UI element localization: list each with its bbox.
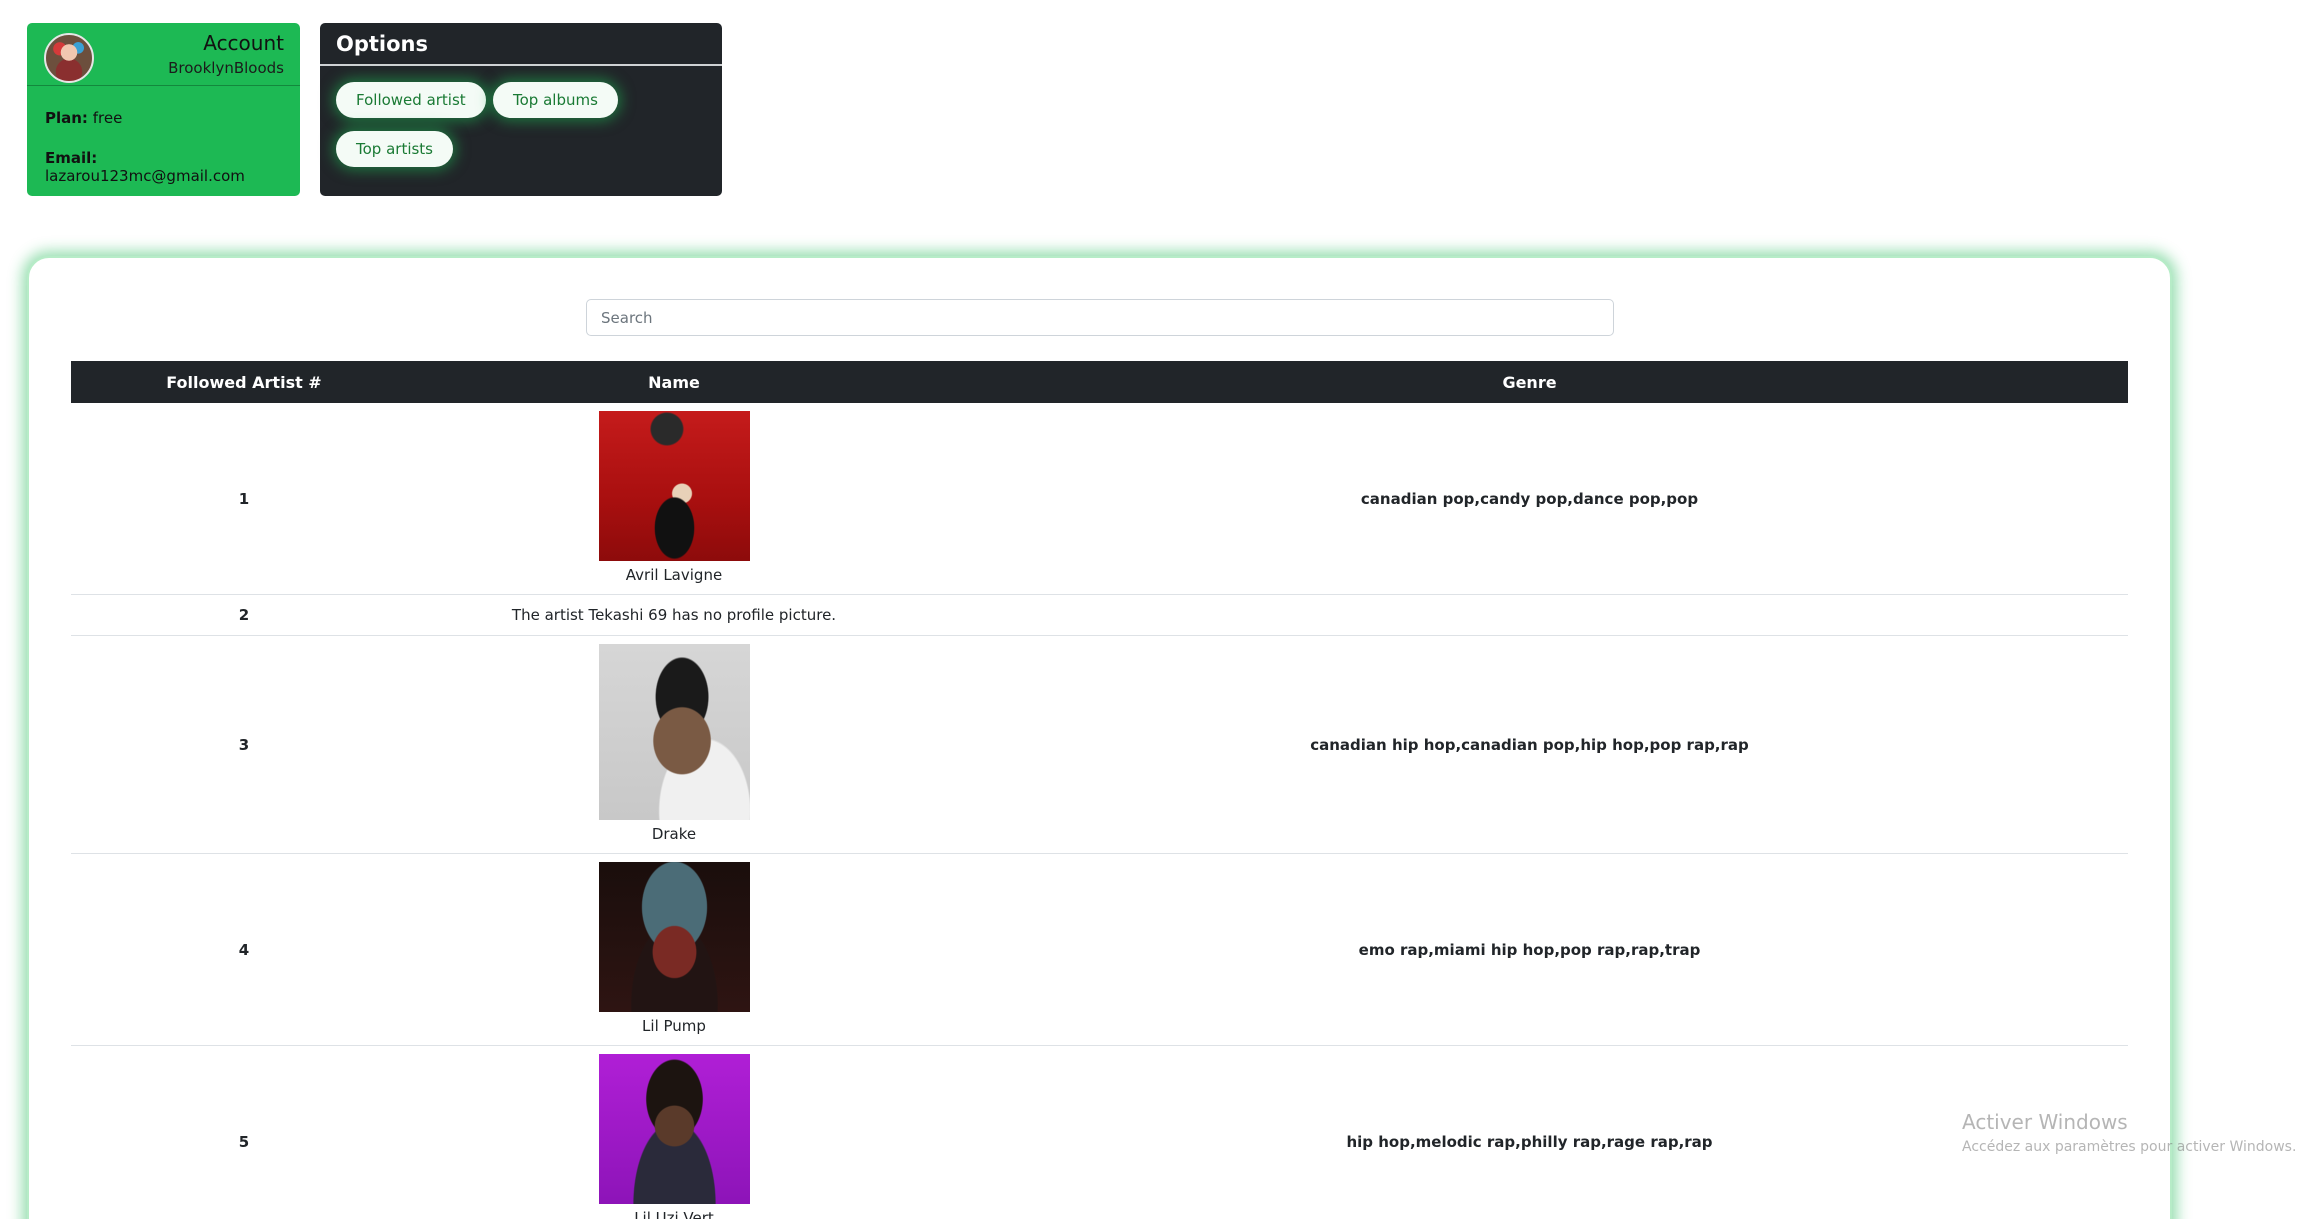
artist-name: Avril Lavigne — [625, 566, 723, 584]
account-email: Email: lazarou123mc@gmail.com — [45, 149, 300, 185]
header-genre: Genre — [931, 361, 2128, 403]
top-albums-button[interactable]: Top albums — [493, 82, 618, 118]
email-label: Email: — [45, 149, 98, 167]
account-title: Account — [203, 31, 284, 55]
no-picture-message: The artist Tekashi 69 has no profile pic… — [511, 606, 837, 624]
windows-watermark-title: Activer Windows — [1962, 1110, 2128, 1134]
table-row: 2 The artist Tekashi 69 has no profile p… — [71, 594, 2128, 636]
artist-genre: canadian hip hop,canadian pop,hip hop,po… — [931, 635, 2128, 854]
artist-image — [598, 411, 750, 561]
email-value: lazarou123mc@gmail.com — [45, 167, 245, 185]
artist-number: 4 — [71, 853, 417, 1046]
artist-name: Drake — [651, 825, 697, 843]
artist-genre: hip hop,melodic rap,philly rap,rage rap,… — [931, 1045, 2128, 1219]
header-followed-artist-number: Followed Artist # — [71, 361, 417, 403]
artist-number: 3 — [71, 635, 417, 854]
account-username: BrooklynBloods — [168, 59, 284, 77]
artist-image — [598, 862, 750, 1012]
options-title: Options — [336, 32, 428, 56]
account-header: Account BrooklynBloods — [27, 23, 300, 86]
artist-name: Lil Pump — [642, 1017, 706, 1035]
artist-name: Lil Uzi Vert — [634, 1209, 714, 1219]
artist-genre: emo rap,miami hip hop,pop rap,rap,trap — [931, 853, 2128, 1046]
plan-label: Plan: — [45, 109, 88, 127]
account-card: Account BrooklynBloods Plan: free Email:… — [27, 23, 300, 196]
artist-image — [598, 1054, 750, 1204]
table-row: 3 Drake canadian hip hop,canadian pop,hi… — [71, 635, 2128, 854]
artist-number: 1 — [71, 403, 417, 595]
artist-name-cell: Lil Uzi Vert — [417, 1045, 931, 1219]
top-artists-button[interactable]: Top artists — [336, 131, 453, 167]
windows-watermark-subtitle: Accédez aux paramètres pour activer Wind… — [1962, 1139, 2297, 1155]
plan-value: free — [92, 109, 123, 127]
artist-name-cell: The artist Tekashi 69 has no profile pic… — [417, 594, 931, 636]
artist-image — [598, 644, 750, 820]
table-row: 5 Lil Uzi Vert hip hop,melodic rap,phill… — [71, 1045, 2128, 1219]
search-input[interactable] — [586, 299, 1614, 336]
options-card: Options Followed artist Top albums Top a… — [320, 23, 722, 196]
artist-name-cell: Avril Lavigne — [417, 403, 931, 595]
followed-artist-button[interactable]: Followed artist — [336, 82, 486, 118]
artist-genre: canadian pop,candy pop,dance pop,pop — [931, 403, 2128, 595]
followed-artists-panel: Followed Artist # Name Genre 1 Avril Lav… — [27, 256, 2172, 1219]
table-row: 4 Lil Pump emo rap,miami hip hop,pop rap… — [71, 853, 2128, 1046]
artist-genre — [931, 594, 2128, 636]
artist-name-cell: Drake — [417, 635, 931, 854]
table-header-row: Followed Artist # Name Genre — [71, 361, 2128, 403]
table-row: 1 Avril Lavigne canadian pop,candy pop,d… — [71, 403, 2128, 595]
header-name: Name — [417, 361, 931, 403]
artist-name-cell: Lil Pump — [417, 853, 931, 1046]
artist-number: 2 — [71, 594, 417, 636]
account-plan: Plan: free — [45, 109, 122, 127]
artist-number: 5 — [71, 1045, 417, 1219]
avatar — [44, 33, 94, 83]
options-divider — [320, 64, 722, 66]
followed-artists-table: Followed Artist # Name Genre 1 Avril Lav… — [71, 361, 2128, 1219]
